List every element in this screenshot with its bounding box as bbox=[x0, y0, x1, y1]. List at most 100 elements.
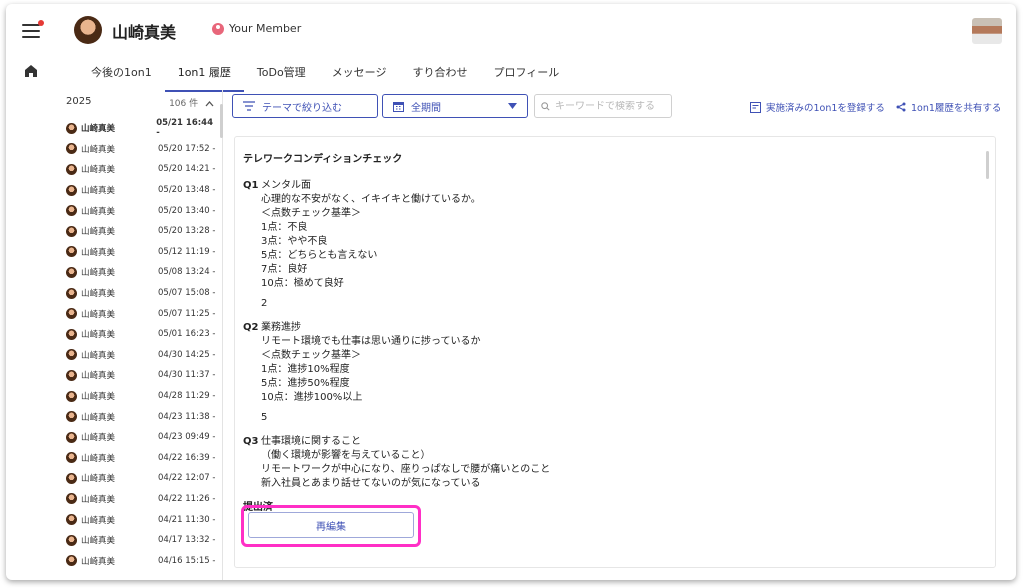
answer-text: リモートワークが中心になり、座りっぱなしで腰が痛いとのこと bbox=[261, 464, 551, 475]
question-body: （働く環境が影響を与えていること） リモートワークが中心になり、座りっぱなしで腰… bbox=[261, 449, 983, 491]
history-item-date: 05/20 13:48 - bbox=[158, 185, 216, 196]
tab-history[interactable]: 1on1 履歴 bbox=[164, 60, 244, 92]
member-avatar bbox=[66, 246, 77, 258]
chevron-up-icon bbox=[205, 101, 214, 107]
history-item-date: 04/23 11:38 - bbox=[158, 411, 216, 422]
history-item-name: 山崎真美 bbox=[81, 453, 116, 464]
history-item-date: 05/01 16:23 - bbox=[158, 329, 216, 340]
member-avatar bbox=[66, 514, 77, 526]
theme-filter-button[interactable]: テーマで絞り込む bbox=[232, 94, 378, 118]
history-item-name: 山崎真美 bbox=[81, 268, 116, 279]
history-list-item[interactable]: 山崎真美 04/16 15:15 - bbox=[66, 550, 218, 571]
history-list-item[interactable]: 山崎真美 05/21 16:44 - bbox=[66, 118, 218, 139]
history-item-name: 山崎真美 bbox=[81, 494, 116, 505]
sheet-title: テレワークコンディションチェック bbox=[243, 154, 403, 165]
history-item-name: 山崎真美 bbox=[81, 371, 116, 382]
filter-icon bbox=[243, 101, 255, 111]
history-list-item[interactable]: 山崎真美 04/28 11:29 - bbox=[66, 386, 218, 407]
tab-profile[interactable]: プロフィール bbox=[480, 60, 572, 92]
history-item-name: 山崎真美 bbox=[81, 412, 116, 423]
member-avatar bbox=[66, 328, 77, 340]
member-avatar bbox=[66, 472, 77, 484]
calendar-icon bbox=[393, 101, 404, 112]
history-list-item[interactable]: 山崎真美 04/23 11:38 - bbox=[66, 406, 218, 427]
history-list-item[interactable]: 山崎真美 04/30 11:37 - bbox=[66, 365, 218, 386]
search-input[interactable] bbox=[555, 100, 665, 112]
history-item-date: 05/07 11:25 - bbox=[158, 308, 216, 319]
member-avatar bbox=[66, 431, 77, 443]
app-window: 山崎真美 Your Member 今後の1on1 1on1 履歴 ToDo管理 … bbox=[6, 4, 1016, 580]
reedit-button[interactable]: 再編集 bbox=[248, 512, 414, 538]
history-list-item[interactable]: 山崎真美 05/08 13:24 - bbox=[66, 262, 218, 283]
history-item-name: 山崎真美 bbox=[81, 309, 116, 320]
history-item-name: 山崎真美 bbox=[81, 556, 116, 567]
content-scrollbar[interactable] bbox=[986, 151, 989, 179]
history-item-date: 05/20 14:21 - bbox=[158, 164, 216, 175]
member-avatar bbox=[66, 369, 77, 381]
share-history-button[interactable]: 1on1履歴を共有する bbox=[896, 100, 1001, 114]
member-avatar bbox=[66, 493, 77, 505]
history-year: 2025 bbox=[66, 96, 92, 107]
member-avatar bbox=[66, 349, 77, 361]
history-item-name: 山崎真美 bbox=[81, 247, 116, 258]
keyword-search[interactable] bbox=[534, 94, 672, 118]
member-avatar bbox=[66, 122, 77, 134]
question-3: Q3 仕事環境に関すること （働く環境が影響を与えていること） リモートワークが中… bbox=[243, 435, 983, 491]
history-item-name: 山崎真美 bbox=[81, 186, 116, 197]
history-item-date: 05/20 13:40 - bbox=[158, 205, 216, 216]
account-avatar[interactable] bbox=[972, 18, 1002, 44]
history-list-item[interactable]: 山崎真美 05/20 14:21 - bbox=[66, 159, 218, 180]
history-item-date: 04/17 13:32 - bbox=[158, 535, 216, 546]
tab-alignment[interactable]: すり合わせ bbox=[399, 60, 480, 92]
history-item-date: 05/21 16:44 - bbox=[156, 118, 213, 139]
period-select[interactable]: 全期間 bbox=[382, 94, 528, 118]
history-item-date: 04/22 11:26 - bbox=[158, 493, 216, 504]
user-avatar bbox=[74, 16, 102, 44]
history-list-item[interactable]: 山崎真美 04/22 12:07 - bbox=[66, 468, 218, 489]
user-name: 山崎真美 bbox=[112, 23, 177, 42]
history-item-name: 山崎真美 bbox=[81, 474, 116, 485]
tab-upcoming[interactable]: 今後の1on1 bbox=[78, 60, 165, 92]
history-item-date: 05/12 11:19 - bbox=[158, 246, 216, 257]
history-count[interactable]: 106 件 bbox=[169, 96, 214, 109]
history-list: 山崎真美 05/21 16:44 - 山崎真美 05/20 17:52 - 山崎真美 05… bbox=[66, 118, 218, 571]
list-scrollbar[interactable] bbox=[220, 104, 223, 138]
history-list-item[interactable]: 山崎真美 04/22 11:26 - bbox=[66, 489, 218, 510]
menu-icon[interactable] bbox=[22, 20, 44, 38]
tab-bar: 今後の1on1 1on1 履歴 ToDo管理 メッセージ すり合わせ プロフィー… bbox=[78, 60, 572, 92]
history-list-item[interactable]: 山崎真美 05/07 11:25 - bbox=[66, 303, 218, 324]
highlight-box: 再編集 bbox=[241, 505, 421, 547]
history-list-item[interactable]: 山崎真美 05/20 17:52 - bbox=[66, 139, 218, 160]
home-icon[interactable] bbox=[24, 64, 38, 78]
history-list-item[interactable]: 山崎真美 05/01 16:23 - bbox=[66, 324, 218, 345]
history-list-item[interactable]: 山崎真美 04/22 16:39 - bbox=[66, 448, 218, 469]
register-1on1-button[interactable]: 実施済みの1on1を登録する bbox=[750, 100, 885, 114]
question-1: Q1 メンタル面 心理的な不安がなく、イキイキと働けているか。 ＜点数チェック基準… bbox=[243, 179, 983, 311]
tab-messages[interactable]: メッセージ bbox=[319, 60, 400, 92]
history-list-item[interactable]: 山崎真美 05/20 13:40 - bbox=[66, 200, 218, 221]
question-2: Q2 業務進捗 リモート環境でも仕事は思い通りに捗っているか ＜点数チェック基準＞… bbox=[243, 321, 983, 425]
member-avatar bbox=[66, 555, 77, 567]
history-item-name: 山崎真美 bbox=[81, 350, 116, 361]
history-list-item[interactable]: 山崎真美 05/07 15:08 - bbox=[66, 283, 218, 304]
history-item-name: 山崎真美 bbox=[81, 165, 116, 176]
search-icon bbox=[541, 101, 550, 111]
history-item-date: 04/30 14:25 - bbox=[158, 349, 216, 360]
history-detail-card: テレワークコンディションチェック Q1 メンタル面 心理的な不安がなく、イキイキと… bbox=[234, 136, 996, 568]
history-item-date: 05/08 13:24 - bbox=[158, 267, 216, 278]
history-list-item[interactable]: 山崎真美 04/23 09:49 - bbox=[66, 427, 218, 448]
notification-dot bbox=[38, 20, 44, 26]
history-list-item[interactable]: 山崎真美 05/12 11:19 - bbox=[66, 242, 218, 263]
person-icon bbox=[212, 22, 224, 35]
member-avatar bbox=[66, 411, 77, 423]
history-list-item[interactable]: 山崎真美 05/20 13:48 - bbox=[66, 180, 218, 201]
history-item-date: 04/22 12:07 - bbox=[158, 473, 216, 484]
history-list-item[interactable]: 山崎真美 05/20 13:28 - bbox=[66, 221, 218, 242]
caret-down-icon bbox=[508, 103, 517, 109]
history-list-item[interactable]: 山崎真美 04/21 11:30 - bbox=[66, 509, 218, 530]
member-label: Your Member bbox=[229, 22, 302, 35]
history-list-item[interactable]: 山崎真美 04/30 14:25 - bbox=[66, 345, 218, 366]
history-list-item[interactable]: 山崎真美 04/17 13:32 - bbox=[66, 530, 218, 551]
tab-todo[interactable]: ToDo管理 bbox=[244, 60, 319, 92]
member-avatar bbox=[66, 390, 77, 402]
